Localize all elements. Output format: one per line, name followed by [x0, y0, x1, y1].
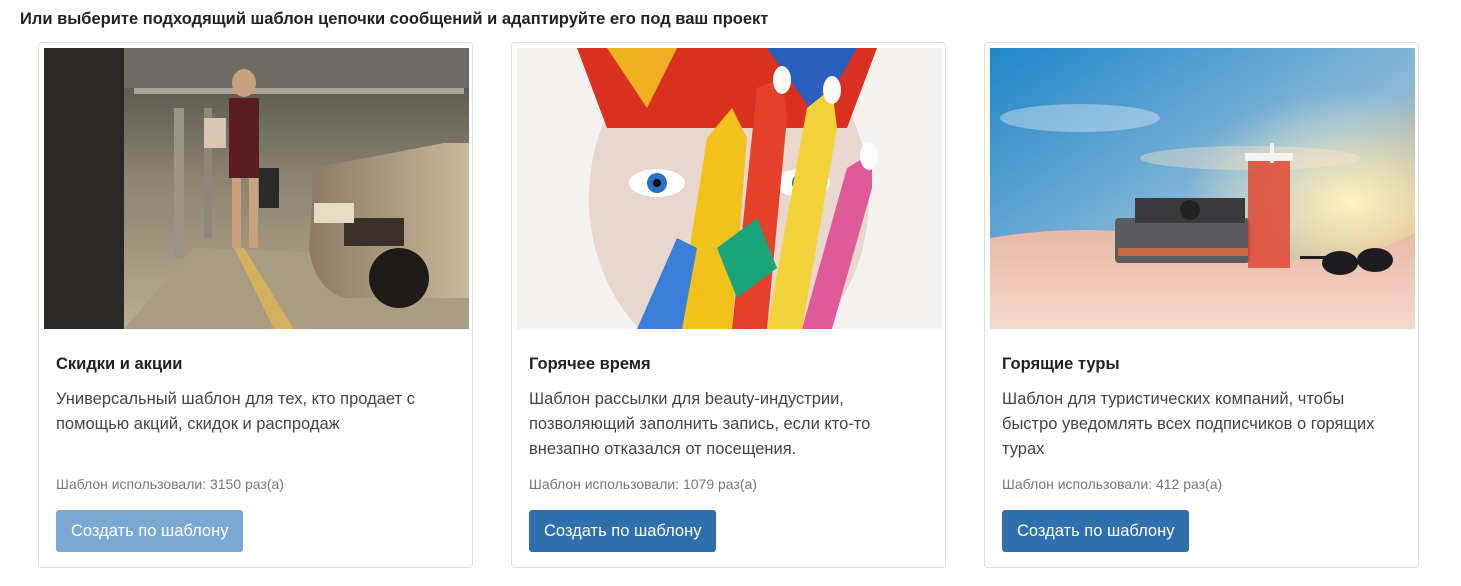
template-card-discounts: Скидки и акции Универсальный шаблон для … [38, 42, 473, 568]
card-description: Универсальный шаблон для тех, кто продае… [56, 390, 415, 433]
card-image-beach [990, 48, 1415, 329]
card-title: Горячее время [529, 355, 651, 373]
card-title: Горящие туры [1002, 355, 1120, 373]
cup [1245, 143, 1293, 268]
card-usage-count: Шаблон использовали: 3150 раз(а) [56, 476, 284, 492]
template-card-hot-time: Горячее время Шаблон рассылки для beauty… [511, 42, 946, 568]
card-description: Шаблон для туристических компаний, чтобы… [1002, 390, 1375, 458]
create-from-template-button[interactable]: Создать по шаблону [56, 510, 244, 552]
card-title: Скидки и акции [56, 355, 183, 373]
page-heading: Или выберите подходящий шаблон цепочки с… [20, 10, 769, 28]
card-usage-count: Шаблон использовали: 412 раз(а) [1002, 476, 1223, 492]
create-from-template-button[interactable]: Создать по шаблону [1002, 510, 1190, 552]
template-card-hot-tours: Горящие туры Шаблон для туристических ко… [984, 42, 1419, 568]
create-from-template-button[interactable]: Создать по шаблону [529, 510, 717, 552]
instant-camera [1115, 198, 1250, 263]
card-description: Шаблон рассылки для beauty-индустрии, по… [529, 390, 871, 458]
card-usage-count: Шаблон использовали: 1079 раз(а) [529, 476, 757, 492]
vintage-car [309, 143, 469, 308]
template-cards: Скидки и акции Универсальный шаблон для … [38, 42, 1419, 568]
card-image-shopping [44, 48, 469, 329]
card-image-painted-face [517, 48, 942, 329]
